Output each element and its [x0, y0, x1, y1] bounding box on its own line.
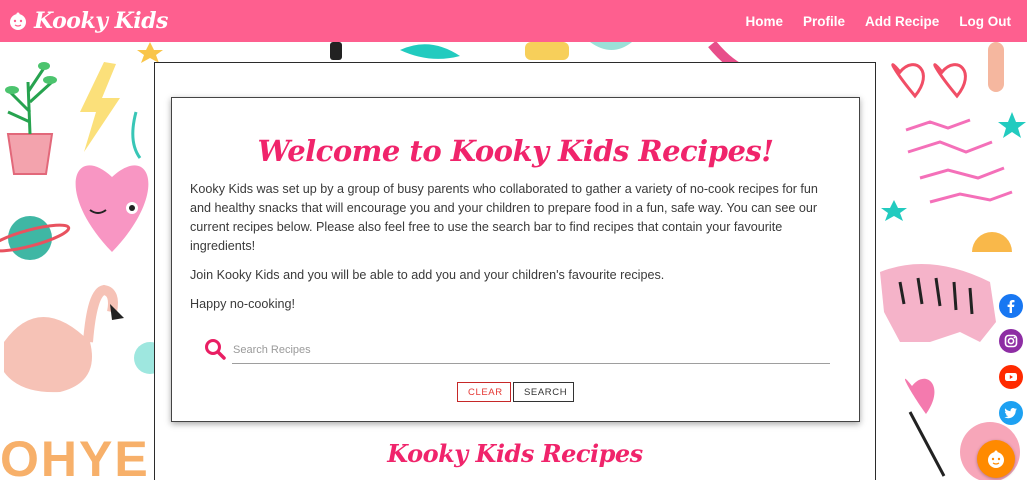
recipes-heading: Kooky Kids Recipes: [387, 439, 643, 468]
facebook-icon[interactable]: [999, 294, 1023, 318]
planet-illustration: [0, 216, 71, 260]
nav-link-add-recipe[interactable]: Add Recipe: [865, 14, 939, 29]
heart-glasses-illustration: [891, 63, 967, 99]
main-card: Welcome to Kooky Kids Recipes! Kooky Kid…: [154, 62, 876, 480]
brand[interactable]: Kooky Kids: [8, 8, 168, 34]
happy-paragraph: Happy no-cooking!: [190, 297, 296, 311]
star-illustration: [998, 112, 1026, 138]
nav-link-log-out[interactable]: Log Out: [959, 14, 1011, 29]
search-button[interactable]: SEARCH: [513, 382, 574, 402]
youtube-glyph: [1005, 373, 1017, 381]
search-input[interactable]: [232, 336, 830, 364]
heart-face-illustration: [75, 165, 149, 252]
star-illustration: [881, 200, 907, 221]
top-navbar: Kooky Kids Home Profile Add Recipe Log O…: [0, 0, 1027, 42]
search-icon: [205, 339, 226, 360]
nav-link-profile[interactable]: Profile: [803, 14, 845, 29]
plant-pot-illustration: [5, 62, 57, 175]
join-paragraph: Join Kooky Kids and you will be able to …: [190, 268, 665, 282]
instagram-glyph: [1004, 334, 1018, 348]
star-illustration: [137, 42, 163, 63]
good-vibes-lettering: [905, 118, 1013, 204]
intro-paragraph: Kooky Kids was set up by a group of busy…: [190, 182, 818, 253]
lightning-illustration: [80, 62, 120, 152]
nav-links: Home Profile Add Recipe Log Out: [735, 14, 1021, 29]
baby-face-icon: [988, 450, 1004, 468]
search-buttons: CLEAR SEARCH: [190, 382, 841, 402]
twitter-icon[interactable]: [999, 401, 1023, 425]
clear-button[interactable]: CLEAR: [457, 382, 511, 402]
welcome-heading: Welcome to Kooky Kids Recipes!: [257, 134, 774, 168]
twitter-bird-glyph: [1004, 408, 1017, 419]
floating-action-button[interactable]: [977, 440, 1015, 478]
swan-illustration: [4, 284, 124, 393]
baby-face-icon: [10, 12, 26, 30]
search-row: [190, 336, 841, 366]
background-lettering: OHYE: [0, 431, 150, 480]
nav-link-home[interactable]: Home: [745, 14, 783, 29]
youtube-icon[interactable]: [999, 365, 1023, 389]
instagram-icon[interactable]: [999, 329, 1023, 353]
brand-name: Kooky Kids: [34, 8, 168, 34]
facebook-f-glyph: [1007, 300, 1015, 313]
heart-illustration: [904, 378, 935, 414]
intro-panel: Welcome to Kooky Kids Recipes! Kooky Kid…: [171, 97, 860, 422]
tiger-illustration: [880, 264, 996, 342]
